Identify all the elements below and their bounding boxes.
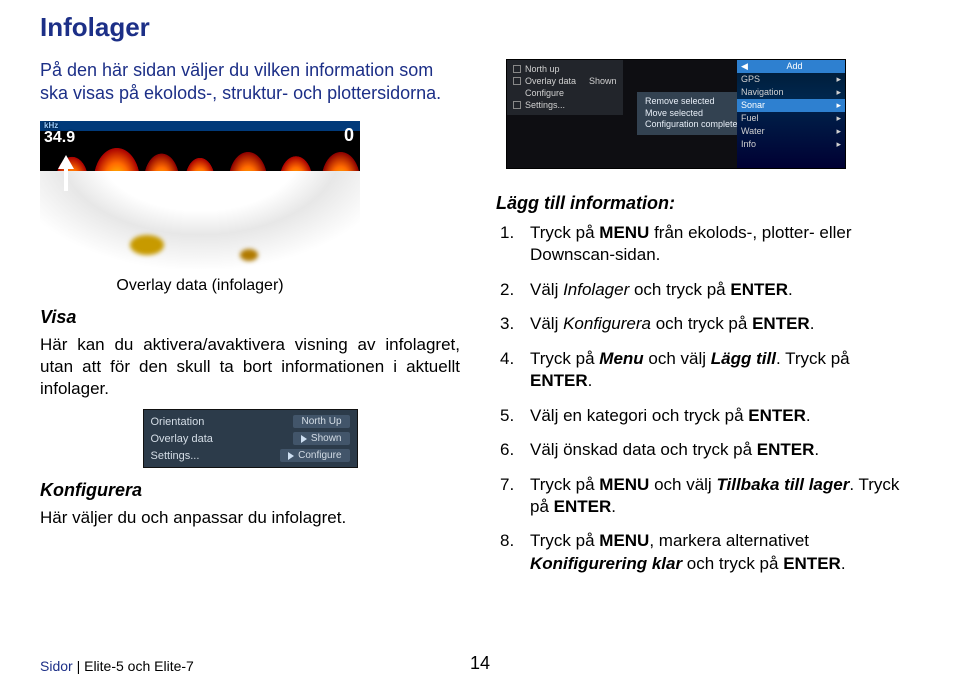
sonar-right-num: 0 xyxy=(344,125,354,146)
overlay-arrow-icon xyxy=(58,155,74,169)
step-2: Välj Infolager och tryck på ENTER. xyxy=(496,279,916,301)
add-info-heading: Lägg till information: xyxy=(496,193,916,214)
ov-overlay-label: Overlay data xyxy=(151,433,213,445)
win-rt-item: Info▸ xyxy=(737,138,845,151)
left-column: På den här sidan väljer du vilken inform… xyxy=(40,59,460,587)
step-3: Välj Konfigurera och tryck på ENTER. xyxy=(496,313,916,335)
right-column: North up Overlay data Shown Configure Se… xyxy=(496,59,916,587)
sonar-screenshot: 34.9 0 xyxy=(40,121,360,269)
step-4: Tryck på Menu och välj Lägg till. Tryck … xyxy=(496,348,916,393)
ov-overlay-value: Shown xyxy=(293,432,350,445)
step-8: Tryck på MENU, markera alternativet Koni… xyxy=(496,530,916,575)
win-rt-item: Water▸ xyxy=(737,125,845,138)
step-1: Tryck på MENU från ekolods-, plotter- el… xyxy=(496,222,916,267)
win-rt-item: GPS▸ xyxy=(737,73,845,86)
intro-text: På den här sidan väljer du vilken inform… xyxy=(40,59,460,105)
ov-orientation-label: Orientation xyxy=(151,416,205,428)
visa-text: Här kan du aktivera/avaktivera visning a… xyxy=(40,334,460,399)
konfigurera-heading: Konfigurera xyxy=(40,480,460,501)
checkbox-icon xyxy=(513,77,521,85)
config-window-screenshot: North up Overlay data Shown Configure Se… xyxy=(506,59,846,169)
triangle-right-icon xyxy=(288,452,294,460)
visa-heading: Visa xyxy=(40,307,460,328)
ov-settings-value: Configure xyxy=(280,449,349,462)
win-right-panel: ◀Add GPS▸ Navigation▸ Sonar▸ Fuel▸ Water… xyxy=(737,60,845,168)
win-rt-item: Sonar▸ xyxy=(737,99,845,112)
page-title: Infolager xyxy=(40,12,920,43)
step-7: Tryck på MENU och välj Tillbaka till lag… xyxy=(496,474,916,519)
win-rt-item: Fuel▸ xyxy=(737,112,845,125)
win-rt-item: Navigation▸ xyxy=(737,86,845,99)
checkbox-icon xyxy=(513,101,521,109)
overlay-settings-screenshot: Orientation North Up Overlay data Shown … xyxy=(143,409,358,468)
page-number: 14 xyxy=(0,653,960,674)
win-mid-popup: Remove selected Move selected Configurat… xyxy=(637,92,746,135)
win-rt-header: ◀Add xyxy=(737,60,845,73)
ov-orientation-value: North Up xyxy=(293,415,349,428)
sonar-depth: 34.9 xyxy=(44,123,75,147)
win-top-left-panel: North up Overlay data Shown Configure Se… xyxy=(507,60,623,115)
triangle-right-icon xyxy=(301,435,307,443)
ov-settings-label: Settings... xyxy=(151,450,200,462)
konfigurera-text: Här väljer du och anpassar du infolagret… xyxy=(40,507,460,529)
step-5: Välj en kategori och tryck på ENTER. xyxy=(496,405,916,427)
step-6: Välj önskad data och tryck på ENTER. xyxy=(496,439,916,461)
sonar-caption: Overlay data (infolager) xyxy=(40,277,360,295)
checkbox-icon xyxy=(513,65,521,73)
steps-list: Tryck på MENU från ekolods-, plotter- el… xyxy=(496,222,916,575)
